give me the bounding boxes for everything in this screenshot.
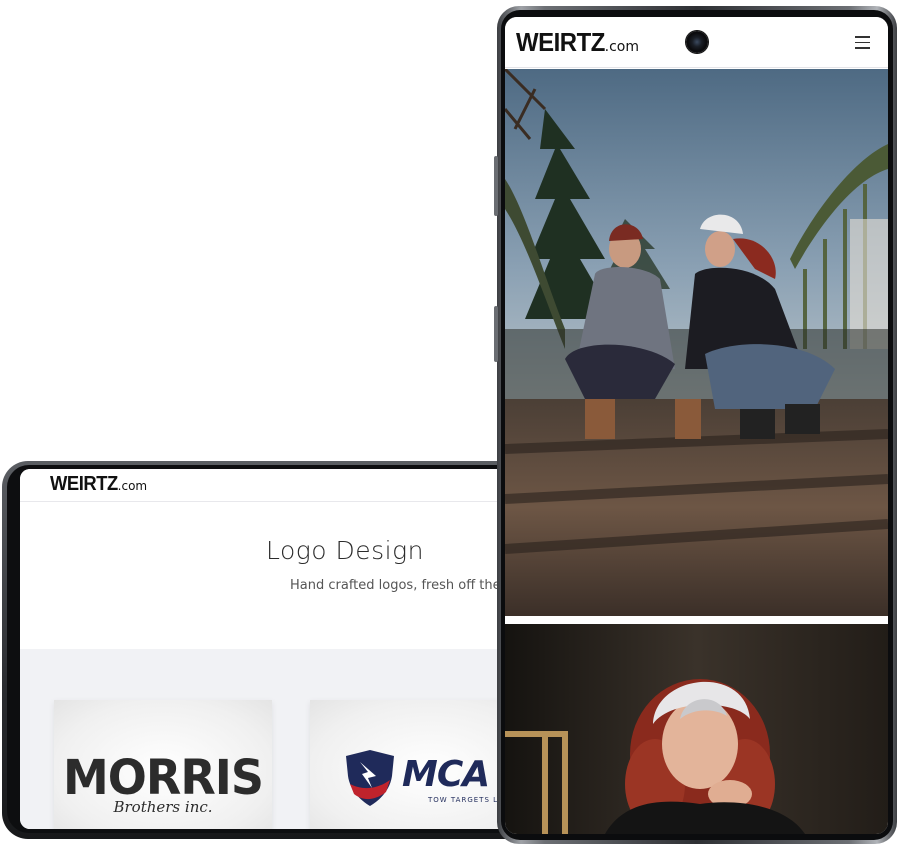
site-logo[interactable]: WEIRTZ.com bbox=[516, 27, 639, 58]
logo-gallery: MORRIS Brothers inc. MCA TOW TARGETS LLC bbox=[20, 649, 540, 829]
volume-button bbox=[494, 156, 498, 216]
landscape-screen: WEIRTZ.com Logo Design Hand crafted logo… bbox=[20, 469, 540, 829]
logo-suffix: .com bbox=[604, 39, 640, 55]
power-button bbox=[494, 306, 498, 362]
shield-icon bbox=[346, 750, 394, 806]
site-header: WEIRTZ.com bbox=[505, 17, 888, 68]
photo-gap bbox=[505, 616, 888, 624]
gallery-photo[interactable] bbox=[505, 624, 888, 834]
site-logo[interactable]: WEIRTZ.com bbox=[50, 473, 147, 496]
hamburger-icon[interactable] bbox=[855, 36, 870, 49]
logo-title: MCA bbox=[402, 754, 490, 795]
gallery-photo[interactable] bbox=[505, 69, 888, 616]
logo-subtitle: Brothers inc. bbox=[113, 798, 213, 816]
logo-card-morris[interactable]: MORRIS Brothers inc. bbox=[54, 700, 272, 829]
logo-suffix: .com bbox=[117, 479, 148, 493]
site-header: WEIRTZ.com bbox=[20, 469, 540, 502]
camera-icon bbox=[686, 31, 708, 53]
portrait-screen: WEIRTZ.com bbox=[505, 17, 888, 834]
bridge-photo-image bbox=[505, 69, 888, 616]
page-title: Logo Design bbox=[266, 536, 424, 565]
logo-word: WEIRTZ bbox=[50, 473, 118, 495]
hero-section: Logo Design Hand crafted logos, fresh of… bbox=[20, 502, 540, 649]
logo-word: WEIRTZ bbox=[516, 27, 605, 57]
page-subtitle: Hand crafted logos, fresh off the a bbox=[290, 578, 513, 593]
logo-title: MORRIS bbox=[63, 748, 264, 806]
portrait-photo-image bbox=[505, 624, 888, 834]
landscape-phone: WEIRTZ.com Logo Design Hand crafted logo… bbox=[2, 461, 542, 839]
portrait-phone: WEIRTZ.com bbox=[494, 6, 897, 844]
